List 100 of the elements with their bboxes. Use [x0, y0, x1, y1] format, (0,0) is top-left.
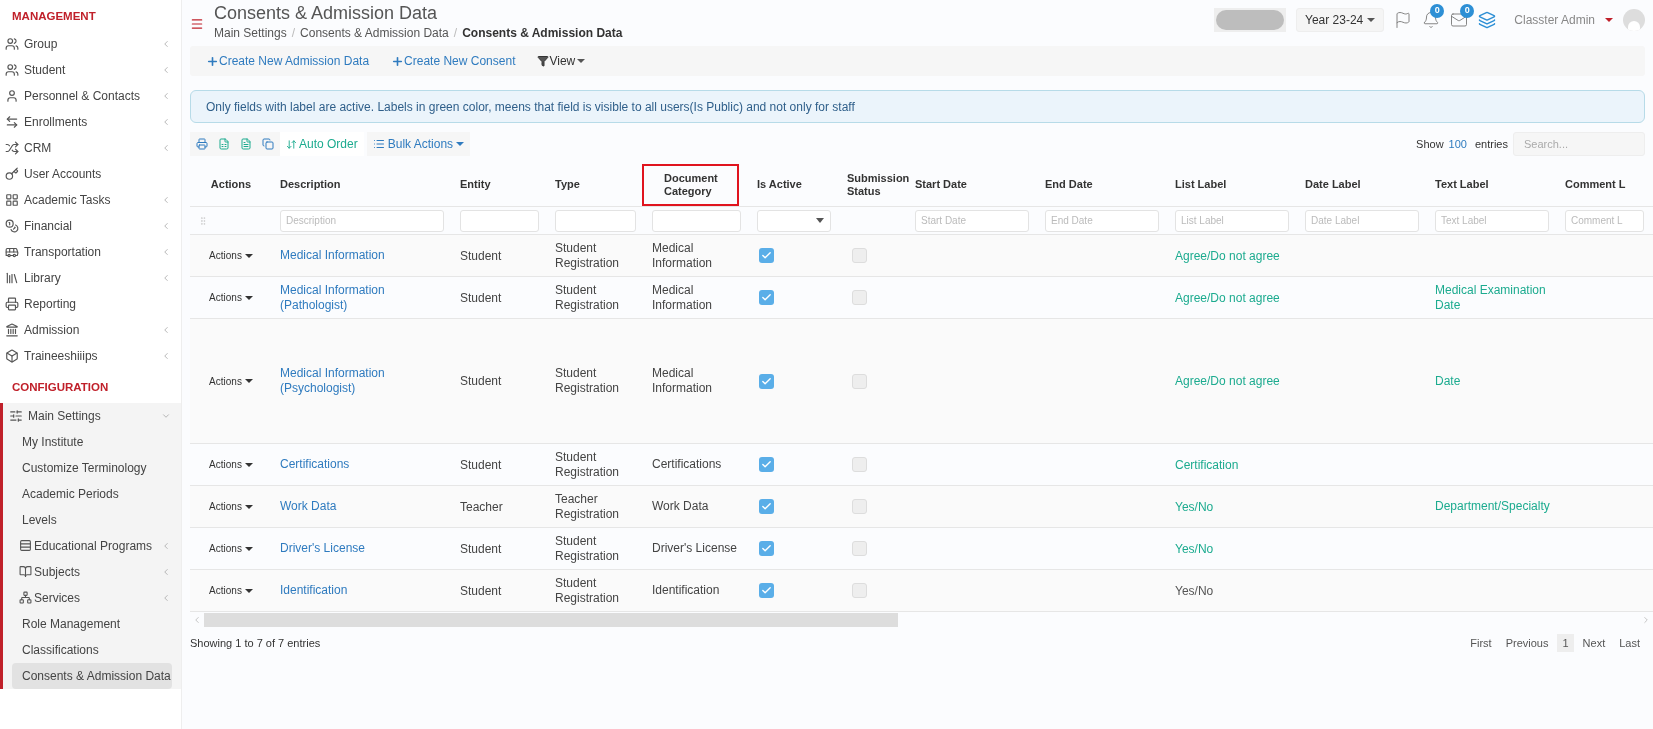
sidebar-item[interactable]: CRM	[0, 135, 181, 162]
description-link[interactable]: Identification	[280, 583, 348, 598]
sidebar-item[interactable]: Main Settings	[3, 402, 181, 429]
column-header[interactable]: Text Label	[1435, 178, 1489, 191]
description-link[interactable]: Medical Information (Pathologist)	[280, 282, 444, 313]
sidebar-item[interactable]: Group	[0, 31, 181, 58]
column-header[interactable]: List Label	[1175, 178, 1227, 191]
checkbox[interactable]	[759, 248, 774, 263]
checkbox[interactable]	[852, 541, 867, 556]
menu-icon[interactable]	[190, 17, 204, 31]
sidebar-item[interactable]: User Accounts	[0, 161, 181, 188]
sidebar-item[interactable]: Academic Tasks	[0, 187, 181, 214]
pagination-button[interactable]: 1	[1557, 634, 1574, 652]
checkbox[interactable]	[759, 499, 774, 514]
print-icon[interactable]	[196, 138, 208, 150]
sidebar-subitem[interactable]: Subjects	[3, 558, 181, 585]
actions-dropdown[interactable]: Actions	[209, 541, 253, 556]
layers-icon[interactable]	[1478, 11, 1497, 29]
description-link[interactable]: Driver's License	[280, 541, 365, 556]
spreadsheet-icon[interactable]	[218, 138, 230, 150]
flag-icon[interactable]	[1394, 11, 1413, 29]
search-field[interactable]: Search...	[1513, 132, 1645, 156]
actions-dropdown[interactable]: Actions	[209, 457, 253, 472]
checkbox[interactable]	[759, 373, 774, 389]
actions-dropdown[interactable]: Actions	[209, 583, 253, 598]
filter-field[interactable]: End Date	[1045, 209, 1159, 232]
pagination-button[interactable]: First	[1465, 634, 1497, 652]
sidebar-item[interactable]: Transportation	[0, 239, 181, 266]
description-link[interactable]: Work Data	[280, 499, 337, 514]
user-name[interactable]: Classter Admin	[1514, 11, 1595, 29]
actions-dropdown[interactable]: Actions	[209, 499, 253, 514]
checkbox[interactable]	[852, 457, 867, 472]
bulk-actions-button[interactable]: Bulk Actions	[366, 132, 471, 156]
description-link[interactable]: Medical Information	[280, 248, 385, 263]
sidebar-subitem[interactable]: Consents & Admission Data	[12, 662, 172, 689]
column-header[interactable]: Is Active	[757, 178, 802, 191]
bell-icon[interactable]	[1422, 11, 1441, 29]
pagination-button[interactable]: Previous	[1500, 634, 1554, 652]
drag-handle-icon[interactable]	[198, 215, 208, 226]
description-link[interactable]: Medical Information (Psychologist)	[280, 366, 444, 396]
filter-field[interactable]: Comment L	[1565, 209, 1644, 232]
checkbox[interactable]	[852, 583, 867, 598]
filter-field[interactable]: List Label	[1175, 209, 1289, 232]
column-header[interactable]: Entity	[460, 178, 491, 191]
checkbox[interactable]	[852, 290, 867, 305]
sidebar-item[interactable]: Enrollments	[0, 109, 181, 136]
filter-select[interactable]	[757, 209, 831, 232]
document-icon[interactable]	[240, 138, 252, 150]
avatar[interactable]	[1623, 9, 1645, 31]
column-header[interactable]: Comment L	[1565, 178, 1626, 191]
create-button[interactable]: Create New Admission Data	[206, 52, 370, 70]
create-button[interactable]: Create New Consent	[391, 52, 516, 70]
mail-icon[interactable]	[1450, 11, 1469, 29]
column-header[interactable]: Actions	[210, 178, 252, 191]
view-button[interactable]: View	[537, 52, 586, 70]
pagination-button[interactable]: Last	[1614, 634, 1645, 652]
sidebar-subitem[interactable]: Role Management	[3, 610, 181, 637]
sidebar-subitem[interactable]: Customize Terminology	[3, 454, 181, 481]
page-size[interactable]: 100	[1448, 135, 1467, 153]
checkbox[interactable]	[759, 457, 774, 472]
year-dropdown[interactable]: Year 23-24	[1296, 8, 1385, 32]
column-header[interactable]: Submission Status	[847, 171, 910, 198]
column-header[interactable]: Description	[280, 178, 341, 191]
sidebar-item[interactable]: Personnel & Contacts	[0, 83, 181, 110]
actions-dropdown[interactable]: Actions	[209, 290, 253, 305]
checkbox[interactable]	[852, 248, 867, 263]
sidebar-subitem[interactable]: Academic Periods	[3, 480, 181, 507]
actions-dropdown[interactable]: Actions	[209, 248, 253, 263]
sidebar-item[interactable]: Library	[0, 265, 181, 292]
scrollbar-thumb[interactable]	[204, 613, 898, 627]
sidebar-item[interactable]: Financial	[0, 213, 181, 240]
checkbox[interactable]	[759, 541, 774, 556]
sidebar-item[interactable]: Student	[0, 57, 181, 84]
checkbox[interactable]	[852, 373, 867, 389]
filter-field[interactable]: Date Label	[1305, 209, 1419, 232]
sidebar-subitem[interactable]: My Institute	[3, 428, 181, 455]
copy-icon[interactable]	[262, 138, 274, 150]
column-header[interactable]: Type	[555, 178, 580, 191]
checkbox[interactable]	[759, 583, 774, 598]
sidebar-subitem[interactable]: Classifications	[3, 636, 181, 663]
filter-field[interactable]	[460, 209, 539, 232]
scroll-left-icon[interactable]	[192, 615, 202, 625]
sidebar-item[interactable]: Admission	[0, 317, 181, 344]
breadcrumb-item[interactable]: Consents & Admission Data	[300, 24, 449, 42]
checkbox[interactable]	[759, 290, 774, 305]
scroll-right-icon[interactable]	[1641, 615, 1651, 625]
pagination-button[interactable]: Next	[1577, 634, 1611, 652]
sidebar-item[interactable]: Reporting	[0, 291, 181, 318]
column-header[interactable]: End Date	[1045, 178, 1093, 191]
description-link[interactable]: Certifications	[280, 457, 350, 472]
breadcrumb-item[interactable]: Main Settings	[214, 24, 287, 42]
sidebar-subitem[interactable]: Services	[3, 584, 181, 611]
column-header[interactable]: Start Date	[915, 178, 967, 191]
checkbox[interactable]	[852, 499, 867, 514]
sidebar-subitem[interactable]: Educational Programs	[3, 532, 181, 559]
filter-field[interactable]: Start Date	[915, 209, 1029, 232]
column-header[interactable]: Date Label	[1305, 178, 1361, 191]
column-header[interactable]: Document Category	[642, 163, 739, 206]
filter-field[interactable]: Description	[280, 209, 444, 232]
filter-field[interactable]: Text Label	[1435, 209, 1549, 232]
